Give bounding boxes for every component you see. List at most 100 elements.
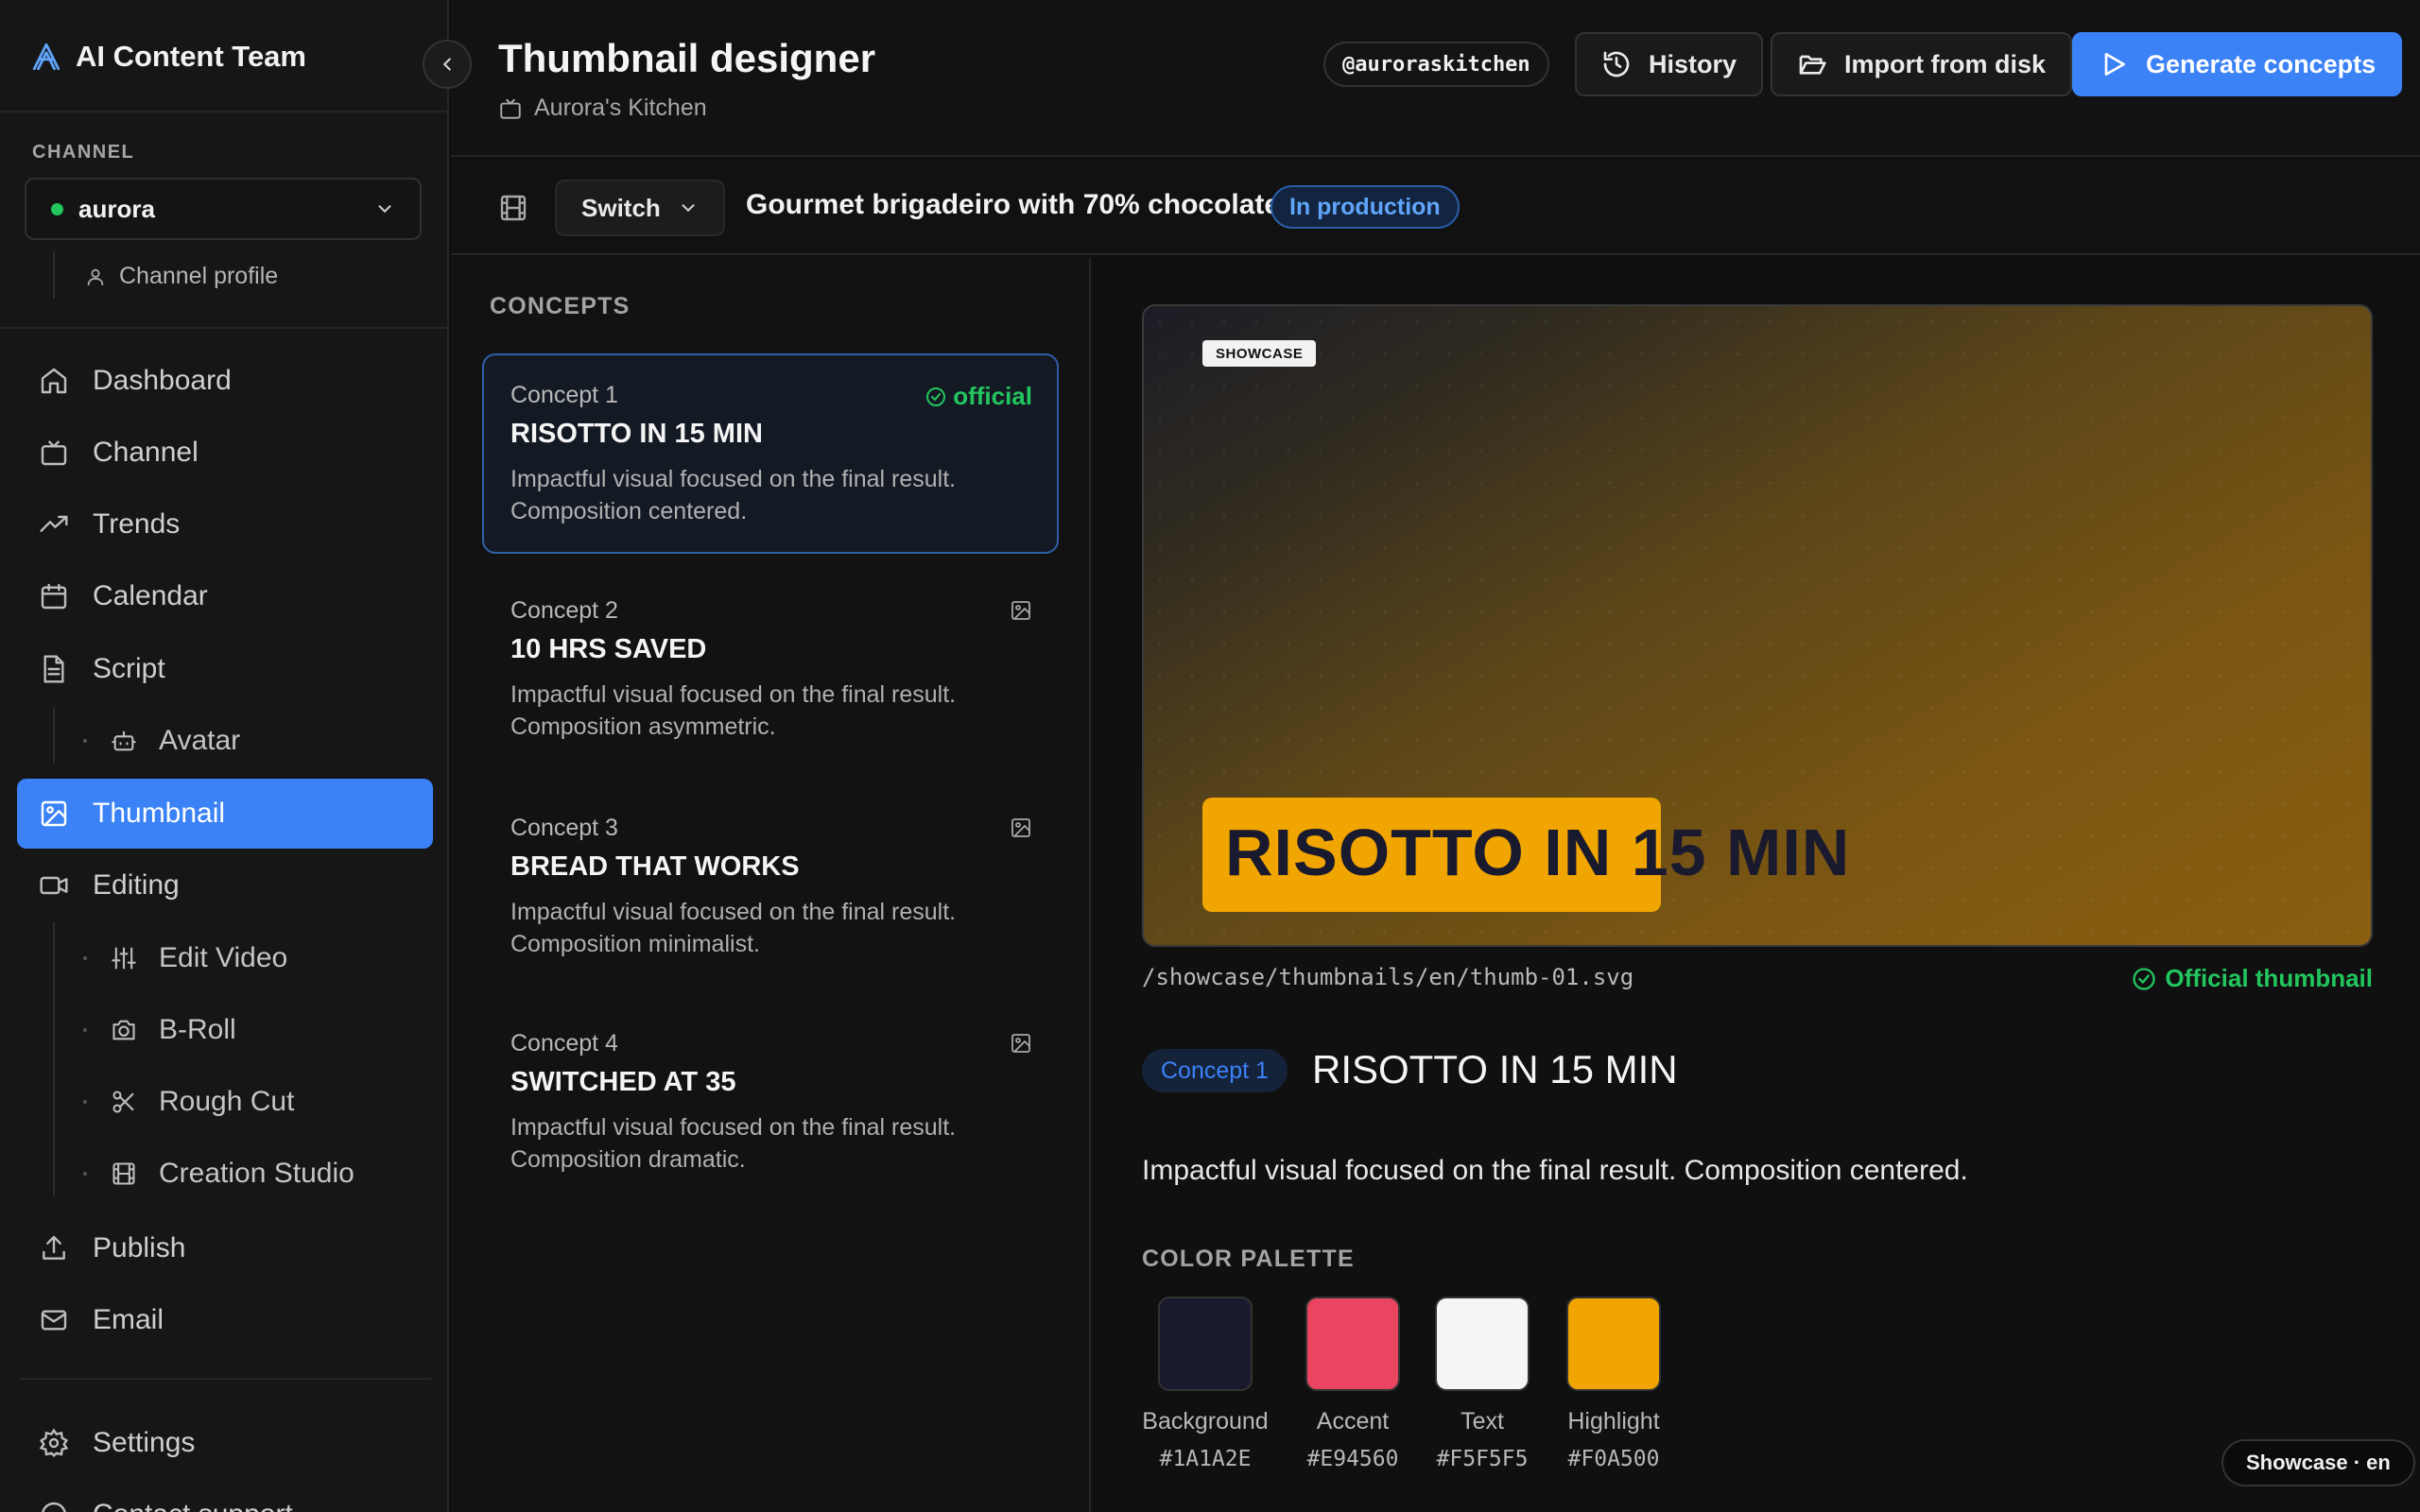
palette-swatch[interactable]: Highlight #F0A500 <box>1552 1297 1675 1471</box>
chevron-down-icon <box>374 198 395 219</box>
nav-edit-video[interactable]: Edit Video <box>83 930 287 987</box>
nav-contact-support[interactable]: Contact support <box>17 1480 433 1512</box>
nav-b-roll[interactable]: B-Roll <box>83 1002 236 1058</box>
official-label: official <box>953 382 1032 410</box>
check-circle-icon <box>2131 966 2157 992</box>
switch-video-button[interactable]: Switch <box>555 180 725 236</box>
palette-swatch[interactable]: Accent #E94560 <box>1296 1297 1409 1471</box>
import-from-disk-button[interactable]: Import from disk <box>1771 32 2073 96</box>
collapse-sidebar-button[interactable] <box>423 40 472 89</box>
thumbnail-headline: RISOTTO IN 15 MIN <box>1225 816 1851 889</box>
nav-label: Editing <box>93 869 180 901</box>
thumbnail-preview[interactable]: SHOWCASE RISOTTO IN 15 MIN <box>1142 304 2373 947</box>
history-button[interactable]: History <box>1575 32 1764 96</box>
swatch-name: Highlight <box>1567 1408 1660 1435</box>
scissors-icon <box>108 1086 140 1118</box>
trending-up-icon <box>38 508 70 541</box>
concept-title: 10 HRS SAVED <box>510 634 707 664</box>
image-icon[interactable] <box>1010 599 1032 622</box>
concept-description: Impactful visual focused on the final re… <box>510 899 957 957</box>
channel-profile-label: Channel profile <box>119 263 279 289</box>
bullet <box>83 1100 87 1104</box>
concept-title: BREAD THAT WORKS <box>510 851 800 882</box>
sliders-icon <box>108 942 140 974</box>
nav-script[interactable]: Script <box>17 634 433 704</box>
channel-select[interactable]: aurora <box>25 178 422 240</box>
status-dot <box>51 202 63 215</box>
nav-email[interactable]: Email <box>17 1285 433 1355</box>
nav-settings[interactable]: Settings <box>17 1408 433 1478</box>
concept-description: Impactful visual focused on the final re… <box>510 466 957 524</box>
nav-publish[interactable]: Publish <box>17 1213 433 1283</box>
nav-label: Trends <box>93 508 181 540</box>
nav-dashboard[interactable]: Dashboard <box>17 346 433 416</box>
nav-label: Edit Video <box>159 942 288 973</box>
channel-subtitle: Aurora's Kitchen <box>534 94 707 121</box>
environment-badge: Showcase · en <box>2221 1439 2415 1486</box>
swatch-name: Accent <box>1316 1408 1390 1435</box>
concept-card[interactable]: Concept 2 10 HRS SAVED Impactful visual … <box>482 569 1059 769</box>
nav-thumbnail[interactable]: Thumbnail <box>17 779 433 849</box>
sidebar: AI Content Team CHANNEL aurora Channel p… <box>0 0 449 1512</box>
check-circle-icon <box>925 386 947 408</box>
channel-profile-link[interactable]: Channel profile <box>85 263 278 290</box>
nav-label: Creation Studio <box>159 1158 354 1189</box>
video-bar: Switch Gourmet brigadeiro with 70% choco… <box>451 159 2420 255</box>
palette-swatch[interactable]: Text #F5F5F5 <box>1426 1297 1539 1471</box>
nav-label: Dashboard <box>93 365 232 396</box>
brand-title: AI Content Team <box>76 40 306 73</box>
film-icon[interactable] <box>498 193 528 223</box>
file-text-icon <box>38 653 70 685</box>
file-path: /showcase/thumbnails/en/thumb-01.svg <box>1142 964 1634 990</box>
concept-number: Concept 3 <box>510 815 618 841</box>
nav-trends[interactable]: Trends <box>17 490 433 559</box>
concepts-panel: CONCEPTS Concept 1 RISOTTO IN 15 MIN Imp… <box>451 257 1091 1512</box>
generate-concepts-button[interactable]: Generate concepts <box>2072 32 2403 96</box>
brand[interactable]: AI Content Team <box>30 38 306 76</box>
concept-card[interactable]: Concept 3 BREAD THAT WORKS Impactful vis… <box>482 786 1059 987</box>
nav-rough-cut[interactable]: Rough Cut <box>83 1074 294 1130</box>
nav-avatar[interactable]: Avatar <box>83 713 240 769</box>
swatch-hex: #E94560 <box>1306 1447 1399 1471</box>
nav-label: Settings <box>93 1427 196 1458</box>
concept-card[interactable]: Concept 4 SWITCHED AT 35 Impactful visua… <box>482 1002 1059 1202</box>
nav-label: B-Roll <box>159 1014 236 1045</box>
video-title: Gourmet brigadeiro with 70% chocolate <box>746 189 1281 220</box>
nav-label: Avatar <box>159 725 241 756</box>
concept-title: SWITCHED AT 35 <box>510 1067 736 1097</box>
concept-description: Impactful visual focused on the final re… <box>510 1114 957 1173</box>
generate-label: Generate concepts <box>2146 49 2377 78</box>
concept-number: Concept 4 <box>510 1030 618 1057</box>
nav-channel[interactable]: Channel <box>17 418 433 488</box>
help-icon <box>38 1499 70 1512</box>
chevron-left-icon <box>437 54 458 75</box>
chevron-down-icon <box>678 198 699 218</box>
swatch-hex: #1A1A2E <box>1159 1447 1252 1471</box>
concept-card[interactable]: Concept 1 RISOTTO IN 15 MIN Impactful vi… <box>482 353 1059 554</box>
official-thumbnail-label: Official thumbnail <box>2165 964 2373 992</box>
switch-label: Switch <box>581 193 661 222</box>
nav-editing[interactable]: Editing <box>17 850 433 920</box>
nav-creation-studio[interactable]: Creation Studio <box>83 1145 354 1202</box>
palette-swatch[interactable]: Background #1A1A2E <box>1142 1297 1269 1471</box>
bot-icon <box>108 725 140 757</box>
nav-label: Rough Cut <box>159 1086 295 1117</box>
nav-label: Channel <box>93 437 199 468</box>
image-icon[interactable] <box>1010 1032 1032 1055</box>
gear-icon <box>38 1427 70 1459</box>
swatch-color <box>1305 1297 1400 1391</box>
nav-label: Script <box>93 653 165 684</box>
import-label: Import from disk <box>1844 49 2047 78</box>
image-icon[interactable] <box>1010 816 1032 839</box>
swatch-name: Text <box>1461 1408 1504 1435</box>
channel-handle: @auroraskitchen <box>1323 42 1549 87</box>
concept-detail-title: RISOTTO IN 15 MIN <box>1312 1047 1678 1091</box>
bullet <box>83 739 87 743</box>
nav-calendar[interactable]: Calendar <box>17 561 433 631</box>
divider <box>0 327 447 329</box>
home-icon <box>38 365 70 397</box>
concept-detail-description: Impactful visual focused on the final re… <box>1142 1155 1968 1186</box>
upload-icon <box>38 1232 70 1264</box>
logo-icon <box>30 41 62 73</box>
film-icon <box>108 1158 140 1190</box>
